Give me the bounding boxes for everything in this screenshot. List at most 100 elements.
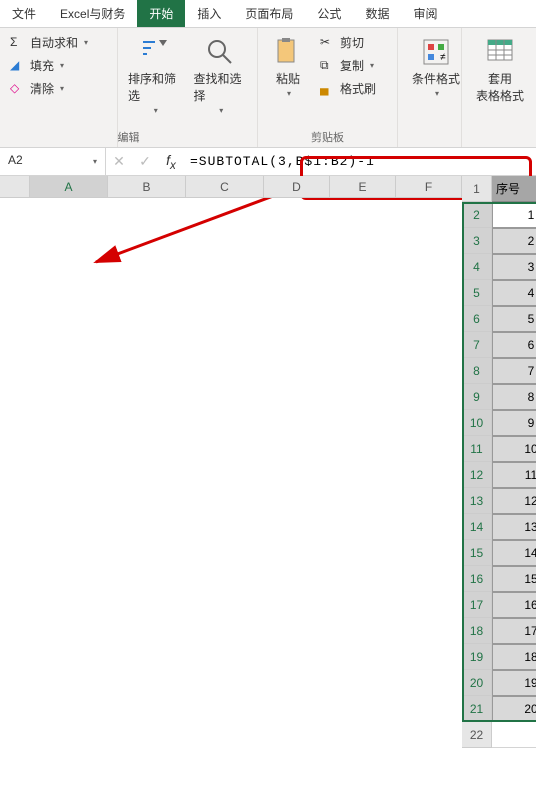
cut-label: 剪切 [340,34,364,51]
tab-finance[interactable]: Excel与财务 [48,0,137,27]
chevron-down-icon: ▾ [154,106,158,115]
row-header-15[interactable]: 15 [462,540,492,566]
eraser-icon: ◇ [10,81,26,97]
chevron-down-icon: ▾ [370,61,374,70]
sort-filter-icon [139,36,171,68]
column-header-B[interactable]: B [108,176,186,198]
accept-formula-button[interactable]: ✓ [132,153,158,170]
tab-review[interactable]: 审阅 [401,0,449,27]
sigma-icon: Σ [10,35,26,51]
row-header-6[interactable]: 6 [462,306,492,332]
row-header-11[interactable]: 11 [462,436,492,462]
paste-icon [272,36,304,68]
cell-seq[interactable]: 8 [492,384,536,410]
row-header-7[interactable]: 7 [462,332,492,358]
row-header-1[interactable]: 1 [462,176,492,202]
cell-seq[interactable]: 13 [492,514,536,540]
row-header-3[interactable]: 3 [462,228,492,254]
formula-input[interactable]: =SUBTOTAL(3,B$1:B2)-1 [184,150,536,173]
cell-seq[interactable]: 18 [492,644,536,670]
search-icon [204,36,236,68]
spreadsheet: ABCDEF1序号▾部门▾姓名▾21财务部花 荣32生产部张 清43总经办吴 用… [0,176,536,748]
row-header-22[interactable]: 22 [462,722,492,748]
chevron-down-icon: ▾ [435,89,439,98]
column-header-E[interactable]: E [330,176,396,198]
cell-seq[interactable]: 3 [492,254,536,280]
cell-seq[interactable]: 7 [492,358,536,384]
tab-data[interactable]: 数据 [353,0,401,27]
conditional-format-button[interactable]: ≠ 条件格式▾ [404,32,468,102]
row-header-10[interactable]: 10 [462,410,492,436]
row-header-12[interactable]: 12 [462,462,492,488]
row-header-4[interactable]: 4 [462,254,492,280]
cell-seq[interactable]: 6 [492,332,536,358]
column-header-C[interactable]: C [186,176,264,198]
select-all-corner[interactable] [0,176,30,198]
cell-seq[interactable]: 10 [492,436,536,462]
autosum-button[interactable]: Σ自动求和 ▾ [6,32,111,53]
row-header-19[interactable]: 19 [462,644,492,670]
cell-seq[interactable]: 1 [492,202,536,228]
find-select-button[interactable]: 查找和选择▾ [190,32,252,143]
tab-formula[interactable]: 公式 [305,0,353,27]
sort-filter-button[interactable]: 排序和筛选 ▾ [124,32,186,143]
fx-icon[interactable]: fx [158,152,184,172]
row-header-20[interactable]: 20 [462,670,492,696]
name-box[interactable]: A2▾ [0,148,106,175]
row-header-21[interactable]: 21 [462,696,492,722]
scissors-icon: ✂ [320,35,336,51]
cell-seq[interactable]: 20 [492,696,536,722]
cell-empty[interactable] [492,722,536,748]
row-header-18[interactable]: 18 [462,618,492,644]
cell-seq[interactable]: 17 [492,618,536,644]
header-seq[interactable]: 序号▾ [492,176,536,202]
format-painter-button[interactable]: ▄格式刷 [316,78,380,99]
cell-seq[interactable]: 2 [492,228,536,254]
row-header-9[interactable]: 9 [462,384,492,410]
format-painter-label: 格式刷 [340,80,376,97]
tab-insert[interactable]: 插入 [185,0,233,27]
row-header-2[interactable]: 2 [462,202,492,228]
sort-filter-label: 排序和筛选 [128,70,182,104]
clear-button[interactable]: ◇清除▾ [6,78,111,99]
cut-button[interactable]: ✂剪切 [316,32,380,53]
conditional-format-label: 条件格式 [412,70,460,87]
chevron-down-icon: ▾ [219,106,223,115]
copy-button[interactable]: ⧉复制▾ [316,55,380,76]
autosum-label: 自动求和 [30,34,78,51]
cell-seq[interactable]: 14 [492,540,536,566]
chevron-down-icon[interactable]: ▾ [93,153,97,166]
tab-file[interactable]: 文件 [0,0,48,27]
formula-bar-row: A2▾ ✕ ✓ fx =SUBTOTAL(3,B$1:B2)-1 [0,148,536,176]
column-header-D[interactable]: D [264,176,330,198]
cell-seq[interactable]: 16 [492,592,536,618]
cell-seq[interactable]: 9 [492,410,536,436]
menu-bar: 文件 Excel与财务 开始 插入 页面布局 公式 数据 审阅 [0,0,536,28]
cell-seq[interactable]: 11 [492,462,536,488]
chevron-down-icon: ▾ [84,38,88,47]
tab-start[interactable]: 开始 [137,0,185,27]
row-header-13[interactable]: 13 [462,488,492,514]
copy-icon: ⧉ [320,58,336,74]
row-header-16[interactable]: 16 [462,566,492,592]
chevron-down-icon: ▾ [60,61,64,70]
cell-seq[interactable]: 19 [492,670,536,696]
row-header-5[interactable]: 5 [462,280,492,306]
table-format-icon [484,36,516,68]
paste-label: 粘贴 [276,70,300,87]
column-header-F[interactable]: F [396,176,462,198]
row-header-14[interactable]: 14 [462,514,492,540]
fill-button[interactable]: ◢填充▾ [6,55,111,76]
ribbon: Σ自动求和▾ ◢填充▾ ◇清除▾ 编辑 排序和筛选▾ 查找和选择▾ 粘贴▾ ✂剪… [0,28,536,148]
table-format-button[interactable]: 套用 表格格式 [468,32,532,108]
cell-seq[interactable]: 15 [492,566,536,592]
row-header-8[interactable]: 8 [462,358,492,384]
cell-seq[interactable]: 5 [492,306,536,332]
cancel-formula-button[interactable]: ✕ [106,153,132,170]
row-header-17[interactable]: 17 [462,592,492,618]
chevron-down-icon: ▾ [60,84,64,93]
cell-seq[interactable]: 12 [492,488,536,514]
tab-layout[interactable]: 页面布局 [233,0,305,27]
cell-seq[interactable]: 4 [492,280,536,306]
column-header-A[interactable]: A [30,176,108,198]
